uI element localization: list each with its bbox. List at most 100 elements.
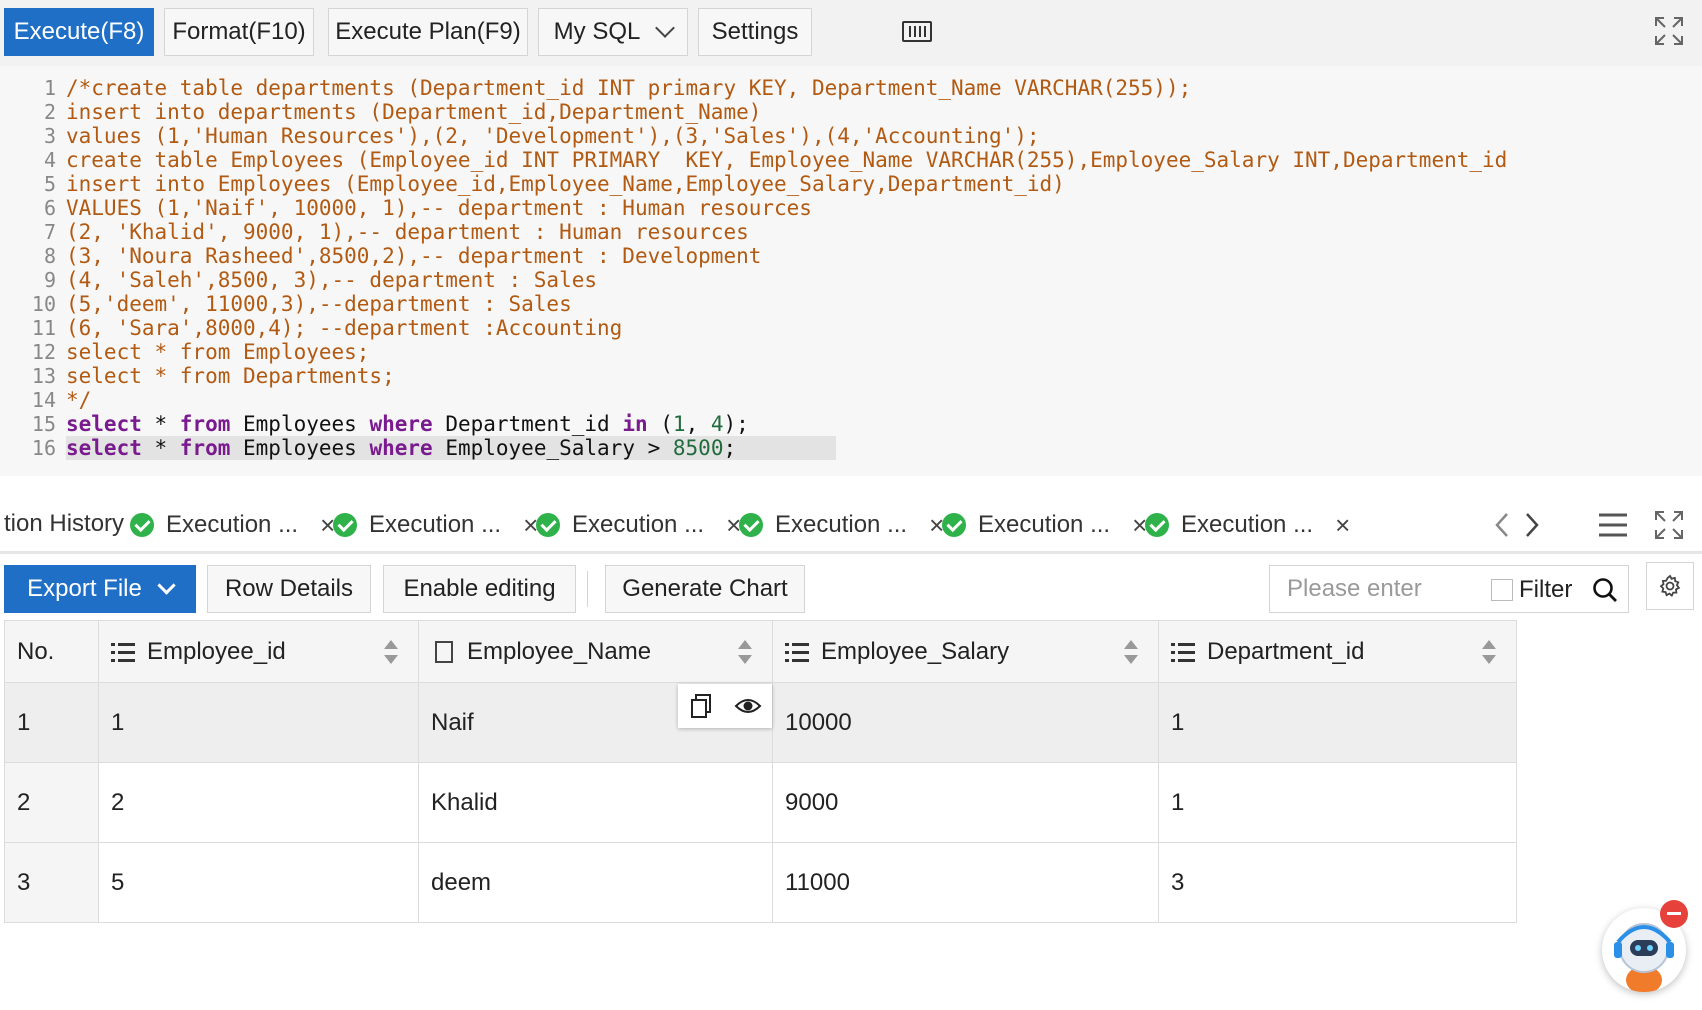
column-header-no: No. [4, 620, 99, 683]
token: * [141, 436, 180, 460]
table-cell[interactable]: 1 [98, 682, 419, 763]
keyboard-icon[interactable] [902, 21, 932, 42]
column-header-department-id[interactable]: Department_id [1158, 620, 1517, 683]
keyword-select: select [66, 436, 142, 460]
column-header-label: Employee_Name [467, 637, 652, 665]
table-cell[interactable]: 11000 [772, 842, 1159, 923]
execution-tab[interactable]: Execution ... × [739, 510, 944, 540]
row-details-button[interactable]: Row Details [207, 565, 371, 613]
code-line-4[interactable]: create table Employees (Employee_id INT … [66, 148, 1702, 172]
table-cell[interactable]: deem [418, 842, 773, 923]
table-row[interactable]: 3 5 deem 11000 3 [4, 842, 1517, 923]
generate-chart-button[interactable]: Generate Chart [605, 565, 805, 613]
line-number: 2 [43, 100, 56, 124]
sql-dialect-select[interactable]: My SQL [538, 8, 688, 56]
token: Employees [230, 412, 370, 436]
execution-tab[interactable]: Execution ... × [130, 510, 335, 540]
execute-button[interactable]: Execute(F8) [4, 8, 154, 56]
minimize-assistant-icon[interactable] [1660, 900, 1688, 928]
code-line-8[interactable]: (3, 'Noura Rasheed',8500,2),-- departmen… [66, 244, 1702, 268]
chevron-left-icon[interactable] [1494, 512, 1510, 538]
table-cell[interactable]: 10000 [772, 682, 1159, 763]
code-line-9[interactable]: (4, 'Saleh',8500, 3),-- department : Sal… [66, 268, 1702, 292]
table-cell[interactable]: 1 [4, 682, 99, 763]
chevron-right-icon[interactable] [1524, 512, 1540, 538]
line-number: 6 [43, 196, 56, 220]
fullscreen-icon[interactable] [1654, 16, 1684, 46]
code-line-13[interactable]: select * from Departments; [66, 364, 1702, 388]
table-cell[interactable]: 5 [98, 842, 419, 923]
table-cell[interactable]: 2 [98, 762, 419, 843]
code-line-11[interactable]: (6, 'Sara',8000,4); --department :Accoun… [66, 316, 1702, 340]
execution-tab[interactable]: Execution ... × [536, 510, 741, 540]
close-icon[interactable]: × [1335, 510, 1350, 541]
filter-label[interactable]: Filter [1519, 576, 1572, 604]
table-cell[interactable]: 9000 [772, 762, 1159, 843]
code-area[interactable]: /*create table departments (Department_i… [66, 76, 1702, 460]
format-button[interactable]: Format(F10) [164, 8, 314, 56]
export-file-button[interactable]: Export File [4, 565, 196, 613]
execution-tab[interactable]: Execution ... × [333, 510, 538, 540]
menu-icon[interactable] [1598, 512, 1628, 538]
code-line-14[interactable]: */ [66, 388, 1702, 412]
execution-history-bar: tion History Execution ... × Execution ...… [0, 492, 1702, 554]
table-settings-button[interactable] [1646, 562, 1694, 610]
filter-checkbox[interactable] [1491, 579, 1513, 601]
execution-tab[interactable]: Execution ... × [1145, 510, 1350, 540]
table-row[interactable]: 2 2 Khalid 9000 1 [4, 762, 1517, 843]
toolbar-divider [587, 571, 588, 607]
keyword-where: where [369, 436, 433, 460]
table-cell[interactable]: Khalid [418, 762, 773, 843]
code-line-7[interactable]: (2, 'Khalid', 9000, 1),-- department : H… [66, 220, 1702, 244]
table-cell[interactable]: 3 [1158, 842, 1517, 923]
code-line-3[interactable]: values (1,'Human Resources'),(2, 'Develo… [66, 124, 1702, 148]
table-cell[interactable]: 2 [4, 762, 99, 843]
line-number: 8 [43, 244, 56, 268]
column-header-employee-id[interactable]: Employee_id [98, 620, 419, 683]
execute-plan-button[interactable]: Execute Plan(F9) [328, 8, 528, 56]
code-line-6[interactable]: VALUES (1,'Naif', 10000, 1),-- departmen… [66, 196, 1702, 220]
result-table: No. Employee_id Employee_Name Employee_S… [4, 620, 1517, 923]
search-filter-box: Filter [1269, 565, 1629, 613]
execution-tab[interactable]: Execution ... × [942, 510, 1147, 540]
code-line-15[interactable]: select * from Employees where Department… [66, 412, 1702, 436]
enable-editing-button[interactable]: Enable editing [383, 565, 576, 613]
list-icon [785, 642, 809, 662]
settings-button[interactable]: Settings [698, 8, 812, 56]
table-cell[interactable]: 1 [1158, 762, 1517, 843]
cell-hover-tools [678, 684, 772, 728]
execution-tab-label: Execution ... [369, 511, 502, 538]
line-number: 3 [43, 124, 56, 148]
success-check-icon [1145, 513, 1169, 537]
copy-icon[interactable] [689, 693, 713, 719]
code-line-12[interactable]: select * from Employees; [66, 340, 1702, 364]
success-check-icon [130, 513, 154, 537]
line-number: 13 [31, 364, 56, 388]
table-cell[interactable]: 1 [1158, 682, 1517, 763]
sort-icon[interactable] [1124, 640, 1138, 666]
code-line-16[interactable]: select * from Employees where Employee_S… [66, 436, 836, 460]
token: Department_id [432, 412, 623, 436]
sort-icon[interactable] [738, 640, 752, 666]
search-input[interactable] [1271, 567, 1471, 611]
code-line-10[interactable]: (5,'deem', 11000,3),--department : Sales [66, 292, 1702, 316]
sort-icon[interactable] [384, 640, 398, 666]
fullscreen-icon[interactable] [1654, 510, 1684, 540]
keyword-from: from [179, 436, 231, 460]
code-line-2[interactable]: insert into departments (Department_id,D… [66, 100, 1702, 124]
success-check-icon [739, 513, 763, 537]
code-line-5[interactable]: insert into Employees (Employee_id,Emplo… [66, 172, 1702, 196]
sql-dialect-label: My SQL [553, 18, 641, 45]
token: ); [723, 412, 749, 436]
sql-editor[interactable]: 1 2 3 4 5 6 7 8 9 10 11 12 13 14 15 16 /*create table d… [0, 66, 1702, 476]
search-icon[interactable] [1592, 577, 1618, 603]
line-number: 12 [31, 340, 56, 364]
sort-icon[interactable] [1482, 640, 1496, 666]
column-header-employee-salary[interactable]: Employee_Salary [772, 620, 1159, 683]
column-header-label: Department_id [1207, 637, 1365, 665]
table-cell[interactable]: 3 [4, 842, 99, 923]
line-number: 14 [31, 388, 56, 412]
code-line-1[interactable]: /*create table departments (Department_i… [66, 76, 1702, 100]
column-header-employee-name[interactable]: Employee_Name [418, 620, 773, 683]
eye-icon[interactable] [734, 696, 762, 716]
